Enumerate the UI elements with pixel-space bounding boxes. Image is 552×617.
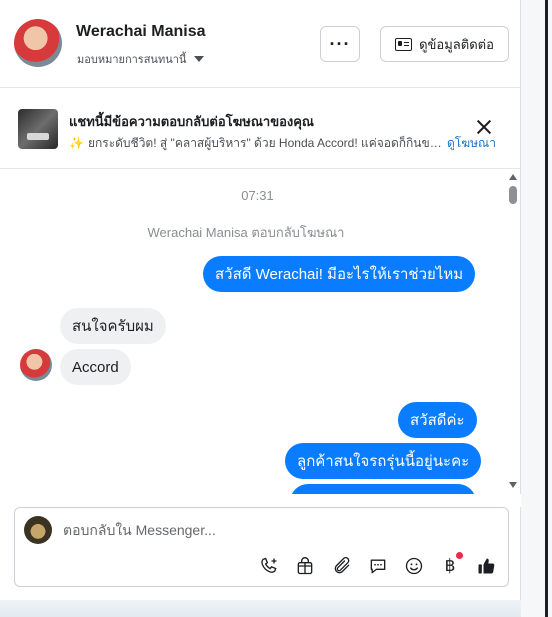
conversation-header: Werachai Manisa มอบหมายการสนทนานี้ ··· ด… bbox=[0, 0, 521, 88]
chat-bubble-icon[interactable] bbox=[366, 554, 390, 578]
ad-snippet: ✨ ยกระดับชีวิต! สู่ "คลาสผู้บริหาร" ด้วย … bbox=[69, 134, 445, 153]
scroll-down-arrow-icon[interactable] bbox=[509, 482, 517, 488]
thread-scrollbar[interactable] bbox=[507, 170, 519, 494]
thumbs-up-icon[interactable] bbox=[474, 554, 498, 578]
assign-label: มอบหมายการสนทนานี้ bbox=[77, 54, 187, 66]
baht-symbol: ฿ bbox=[444, 556, 456, 576]
conversation-panel: Werachai Manisa มอบหมายการสนทนานี้ ··· ด… bbox=[0, 0, 521, 600]
sparkle-icon: ✨ bbox=[69, 136, 84, 150]
close-icon[interactable] bbox=[475, 118, 493, 136]
message-timestamp: 07:31 bbox=[241, 188, 274, 203]
scroll-thumb[interactable] bbox=[509, 186, 517, 204]
contact-avatar[interactable] bbox=[14, 19, 62, 67]
message-composer: ฿ bbox=[14, 507, 509, 587]
bag-icon[interactable] bbox=[293, 554, 317, 578]
ad-reply-note: Werachai Manisa ตอบกลับโฆษณา bbox=[147, 225, 345, 240]
ad-snippet-text: ยกระดับชีวิต! สู่ "คลาสผู้บริหาร" ด้วย H… bbox=[87, 136, 445, 150]
window-edge-divider bbox=[545, 0, 548, 617]
bottom-background bbox=[0, 600, 521, 617]
ad-thumbnail[interactable] bbox=[18, 109, 58, 149]
more-options-button[interactable]: ··· bbox=[320, 26, 360, 62]
contact-name[interactable]: Werachai Manisa bbox=[76, 23, 206, 41]
outgoing-message[interactable]: สวัสดีค่ะ bbox=[398, 402, 477, 438]
caret-down-icon bbox=[194, 56, 205, 62]
scroll-up-arrow-icon[interactable] bbox=[509, 174, 517, 180]
message-input[interactable] bbox=[63, 520, 483, 540]
view-ad-link[interactable]: ดูโฆษณา bbox=[447, 134, 496, 153]
thread-fade-cover bbox=[0, 494, 521, 507]
notification-dot bbox=[456, 552, 463, 559]
sender-avatar bbox=[20, 349, 52, 381]
incoming-message[interactable]: สนใจครับผม bbox=[60, 308, 166, 344]
outgoing-message[interactable]: ลูกค้าสนใจรถรุ่นนี้อยู่นะคะ bbox=[285, 443, 482, 479]
ad-banner-title: แชทนี้มีข้อความตอบกลับต่อโฆษณาของคุณ bbox=[69, 114, 314, 129]
page-avatar bbox=[24, 516, 52, 544]
assign-conversation-dropdown[interactable]: มอบหมายการสนทนานี้ bbox=[77, 50, 205, 68]
contact-card-icon bbox=[395, 37, 413, 51]
view-contact-info-button[interactable]: ดูข้อมูลติดต่อ bbox=[380, 26, 509, 62]
call-add-icon[interactable] bbox=[257, 554, 281, 578]
outgoing-message[interactable]: สวัสดี Werachai! มีอะไรให้เราช่วยไหม bbox=[203, 256, 476, 292]
view-contact-info-label: ดูข้อมูลติดต่อ bbox=[419, 36, 494, 52]
incoming-message[interactable]: Accord bbox=[60, 349, 131, 385]
emoji-icon[interactable] bbox=[402, 554, 426, 578]
paperclip-icon[interactable] bbox=[330, 554, 354, 578]
adjacent-pane-edge bbox=[521, 0, 552, 617]
